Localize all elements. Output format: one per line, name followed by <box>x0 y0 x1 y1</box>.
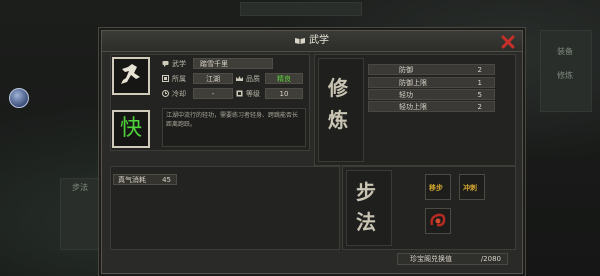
stat-row-qinggong: 轻功 5 <box>368 89 495 100</box>
bg-label-1: 装备 <box>557 47 573 56</box>
bufa-heading-char-2: 法 <box>356 210 376 234</box>
top-hud-bar <box>240 2 362 16</box>
stat-value: 2 <box>477 66 482 74</box>
clock-icon <box>162 90 169 97</box>
bufa-slot-3[interactable] <box>425 208 451 234</box>
cooldown-label: 冷却 <box>172 90 186 98</box>
xiulian-heading-char-2: 炼 <box>328 108 348 132</box>
move-step-icon: 移步 <box>429 184 443 192</box>
qi-cost-value: 45 <box>162 176 171 184</box>
book-icon <box>295 38 305 44</box>
skill-glyph: 快 <box>119 116 142 141</box>
crown-icon <box>236 76 243 81</box>
exchange-value: /2080 <box>480 255 501 263</box>
skill-name-field: 踏雪千里 <box>193 58 273 69</box>
skill-glyph-frame: 快 <box>112 110 150 148</box>
side-menu-orb-icon[interactable] <box>9 88 29 108</box>
dialog-titlebar: 武学 <box>102 31 522 52</box>
wuxue-label: 武学 <box>172 60 186 68</box>
sect-field: 江湖 <box>193 73 233 84</box>
running-figure-icon <box>121 64 140 84</box>
stat-name: 轻功 <box>399 91 413 99</box>
stat-name: 轻功上限 <box>399 103 427 111</box>
quality-label: 品质 <box>246 75 260 83</box>
stat-name: 防御 <box>399 66 413 74</box>
stat-name: 防御上限 <box>399 79 427 87</box>
bufa-slot-2[interactable]: 冲刺 <box>459 174 485 200</box>
level-label: 等级 <box>246 90 260 98</box>
stat-row-defense-cap: 防御上限 1 <box>368 77 495 88</box>
stat-value: 5 <box>477 91 482 99</box>
stat-value: 2 <box>477 103 482 111</box>
red-swirl-icon <box>430 213 446 227</box>
dialog-title: 武学 <box>309 35 329 46</box>
bufa-slot-1[interactable]: 移步 <box>425 174 451 200</box>
stat-row-qinggong-cap: 轻功上限 2 <box>368 101 495 112</box>
sect-label: 所属 <box>172 75 186 83</box>
exchange-value-bar: 珍宝阁兑换值 /2080 <box>397 253 508 265</box>
qi-cost-label: 真气消耗 <box>118 176 146 184</box>
bg-label-3: 步法 <box>72 183 88 192</box>
sect-icon <box>162 75 169 82</box>
close-x-icon[interactable] <box>500 34 516 50</box>
stat-row-defense: 防御 2 <box>368 64 495 75</box>
level-icon <box>236 90 243 97</box>
cooldown-field: - <box>193 88 233 99</box>
stat-value: 1 <box>477 79 482 87</box>
dash-icon: 冲刺 <box>463 184 477 192</box>
skill-description: 江湖中流行的轻功，需要练习者轻身、跨跳能否长距离跑跃。 <box>166 112 299 128</box>
skill-icon-frame[interactable] <box>112 57 150 95</box>
quality-field: 精良 <box>265 73 303 84</box>
xiulian-heading-char-1: 修 <box>328 76 348 100</box>
level-field: 10 <box>265 88 303 99</box>
qi-cost-row: 真气消耗 45 <box>113 174 177 185</box>
exchange-label: 珍宝阁兑换值 <box>410 255 452 263</box>
bufa-heading-char-1: 步 <box>356 180 376 204</box>
chat-bubble-icon <box>162 61 169 67</box>
bg-label-2: 修炼 <box>557 71 573 80</box>
